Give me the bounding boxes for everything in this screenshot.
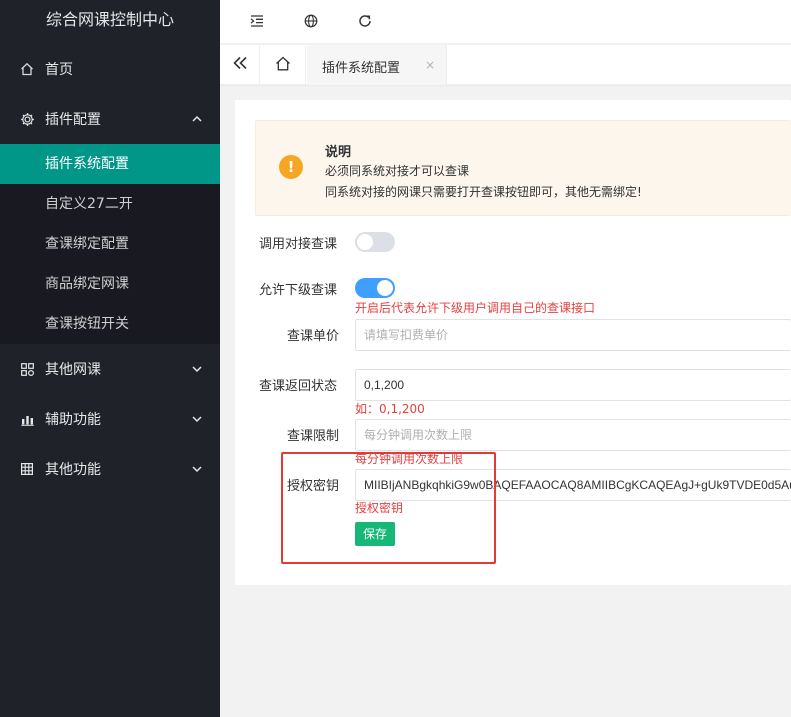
menu-fold-icon[interactable] <box>247 11 267 31</box>
notice-line: 必须同系统对接才可以查课 <box>325 164 470 178</box>
home-icon <box>19 61 35 77</box>
sidebar-submenu: 插件系统配置 自定义27二开 查课绑定配置 商品绑定网课 查课按钮开关 <box>0 144 220 344</box>
unit-price-input[interactable]: 请填写扣费单价 <box>355 319 791 351</box>
sidebar-item-label: 插件配置 <box>45 112 101 128</box>
warning-icon: ! <box>279 155 303 179</box>
sidebar-subitem-custom27[interactable]: 自定义27二开 <box>0 184 220 224</box>
sidebar-subitem-query-switch[interactable]: 查课按钮开关 <box>0 304 220 344</box>
auth-key-input[interactable]: MIIBIjANBgkqhkiG9w0BAQEFAAOCAQ8AMIIBCgKC… <box>355 469 791 501</box>
refresh-icon[interactable] <box>355 11 375 31</box>
sidebar-item-label: 其他网课 <box>45 362 101 378</box>
gear-icon <box>19 111 35 127</box>
auth-key-hint: 授权密钥 <box>355 501 404 515</box>
sidebar-item-home[interactable]: 首页 <box>0 44 220 94</box>
sidebar-item-label: 其他功能 <box>45 462 101 478</box>
grid-icon <box>19 461 35 477</box>
tab-bar: 插件系统配置 × <box>220 45 791 85</box>
tab-home[interactable] <box>260 45 306 85</box>
switch-knob <box>377 280 393 296</box>
sidebar: 综合网课控制中心 首页 插件配置 插件系统配置 自定义27二开 查课绑定配置 商… <box>0 0 220 717</box>
chevron-up-icon <box>190 112 204 126</box>
sidebar-item-other-courses[interactable]: 其他网课 <box>0 344 220 394</box>
switch-knob <box>357 234 373 250</box>
brand-title: 综合网课控制中心 <box>46 10 175 29</box>
globe-icon[interactable] <box>301 11 321 31</box>
limit-hint: 每分钟调用次数上限 <box>355 452 464 466</box>
sidebar-item-label: 首页 <box>45 62 73 78</box>
status-label: 查课返回状态 <box>259 379 338 394</box>
apps-icon <box>19 361 35 377</box>
query-enable-label: 调用对接查课 <box>259 237 338 252</box>
notice-alert: ! 说明 必须同系统对接才可以查课 同系统对接的网课只需要打开查课按钮即可，其他… <box>255 120 791 216</box>
sidebar-item-label: 辅助功能 <box>45 412 101 428</box>
chart-icon <box>19 411 35 427</box>
limit-label: 查课限制 <box>287 429 340 444</box>
status-input[interactable]: 0,1,200 <box>355 369 791 401</box>
sidebar-item-aux-functions[interactable]: 辅助功能 <box>0 394 220 444</box>
chevron-down-icon <box>190 412 204 426</box>
sidebar-subitem-plugin-system[interactable]: 插件系统配置 <box>0 144 220 184</box>
sidebar-subitem-query-binding[interactable]: 查课绑定配置 <box>0 224 220 264</box>
sidebar-item-plugin-config[interactable]: 插件配置 <box>0 94 220 144</box>
query-enable-switch[interactable] <box>355 232 395 252</box>
tab-scroll-left-button[interactable] <box>220 45 260 85</box>
sub-enable-label: 允许下级查课 <box>259 283 338 298</box>
sub-enable-hint: 开启后代表允许下级用户调用自己的查课接口 <box>355 301 596 315</box>
double-chevron-left-icon <box>232 56 248 74</box>
home-icon <box>275 56 291 75</box>
auth-key-label: 授权密钥 <box>287 479 340 494</box>
limit-input[interactable]: 每分钟调用次数上限 <box>355 419 791 451</box>
status-hint: 如：0,1,200 <box>355 402 425 416</box>
notice-title: 说明 <box>325 145 352 160</box>
sidebar-subitem-product-binding[interactable]: 商品绑定网课 <box>0 264 220 304</box>
top-header <box>220 0 791 44</box>
close-icon[interactable]: × <box>425 58 435 72</box>
tab-label: 插件系统配置 <box>322 61 401 76</box>
sub-enable-switch[interactable] <box>355 278 395 298</box>
unit-price-label: 查课单价 <box>287 329 340 344</box>
sidebar-item-other-functions[interactable]: 其他功能 <box>0 444 220 494</box>
save-button[interactable]: 保存 <box>355 522 395 546</box>
chevron-down-icon <box>190 362 204 376</box>
notice-line: 同系统对接的网课只需要打开查课按钮即可，其他无需绑定! <box>325 185 642 199</box>
tab-plugin-system-config[interactable]: 插件系统配置 × <box>307 45 447 85</box>
chevron-down-icon <box>190 462 204 476</box>
